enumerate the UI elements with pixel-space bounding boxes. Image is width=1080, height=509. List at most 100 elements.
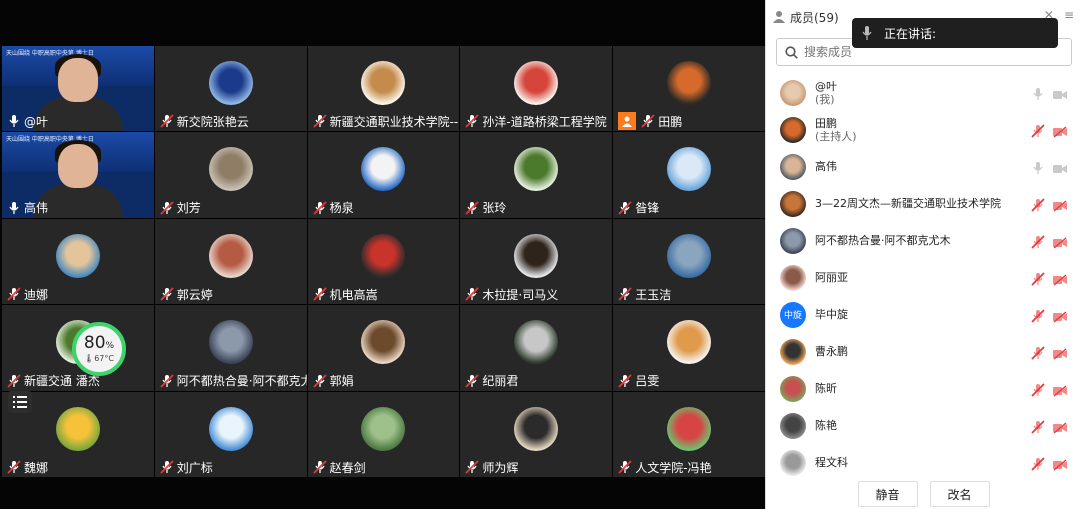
mic-icon[interactable]: [1031, 86, 1045, 105]
member-role: (主持人): [815, 129, 857, 143]
member-status-icons: [1031, 456, 1067, 475]
rename-button[interactable]: 改名: [929, 481, 990, 507]
participant-tile[interactable]: 师为辉: [460, 391, 613, 477]
mic-muted-icon[interactable]: [1031, 419, 1045, 438]
participant-tile[interactable]: 杨泉: [307, 132, 460, 218]
participant-tile[interactable]: 天山围绕 中职高职中央第 博士日 @叶: [2, 46, 154, 132]
mic-off-icon: [465, 460, 480, 474]
participant-tile[interactable]: 纪丽君: [460, 305, 613, 391]
participant-tile[interactable]: 新疆交通职业技术学院--叶: [307, 46, 460, 132]
mic-muted-icon[interactable]: [1031, 345, 1045, 364]
camera-off-icon[interactable]: [1053, 234, 1067, 253]
member-status-icons: [1031, 197, 1067, 216]
member-row[interactable]: 陈艳: [766, 407, 1080, 444]
participant-tile[interactable]: 吕雯: [613, 305, 765, 391]
camera-icon[interactable]: [1053, 160, 1067, 179]
participant-name: 刘广标: [176, 460, 213, 475]
mic-off-icon: [641, 114, 655, 129]
participant-tile[interactable]: 天山围绕 中职高职中央第 博士日 高伟: [2, 132, 154, 218]
participant-tile[interactable]: 王玉洁: [613, 218, 765, 305]
participant-tile[interactable]: 阿不都热合曼·阿不都克尤木: [154, 305, 307, 391]
list-view-toggle-button[interactable]: [8, 391, 32, 413]
mic-off-icon: [618, 201, 632, 215]
mic-muted-icon[interactable]: [1031, 234, 1045, 253]
mic-off-icon: [160, 287, 174, 301]
camera-off-icon[interactable]: [1053, 345, 1067, 364]
camera-off-icon[interactable]: [1053, 123, 1067, 142]
member-name: 高伟: [815, 160, 837, 173]
participant-avatar: [667, 406, 712, 451]
participant-tile[interactable]: 人文学院-冯艳: [613, 391, 765, 477]
mic-muted-icon[interactable]: [1031, 382, 1045, 401]
participant-tile[interactable]: 孙洋-道路桥梁工程学院: [460, 46, 613, 132]
search-icon: [785, 45, 798, 59]
participant-tile[interactable]: 昝锋: [613, 132, 765, 218]
participant-nameplate: 迪娜: [4, 285, 52, 303]
member-status-icons: [1031, 345, 1067, 364]
participant-tile[interactable]: 张玲: [460, 132, 613, 218]
participant-name: 刘芳: [176, 201, 201, 216]
member-panel-title: 成员(59): [790, 10, 839, 25]
mic-muted-icon[interactable]: [1031, 308, 1045, 327]
mic-icon: [862, 26, 872, 40]
participant-avatar: [514, 406, 559, 451]
participant-avatar: [55, 406, 100, 451]
mic-muted-icon[interactable]: [1031, 123, 1045, 142]
battery-temperature: 🌡67°C: [84, 354, 114, 363]
battery-indicator: 80% 🌡67°C: [72, 322, 126, 376]
member-row[interactable]: 3—22周文杰—新疆交通职业技术学院: [766, 185, 1080, 222]
mic-off-icon: [160, 114, 174, 129]
member-row[interactable]: 中旋 毕中旋: [766, 296, 1080, 333]
mic-off-icon: [312, 373, 327, 388]
participant-tile[interactable]: 木拉提·司马义: [460, 218, 613, 305]
member-avatar: [780, 338, 806, 365]
mic-off-icon: [312, 201, 327, 215]
camera-icon[interactable]: [1053, 86, 1067, 105]
member-list: @叶 (我) 田鹏 (主持人) 高伟 3—22周文杰—新疆交通职业技术学院 阿不都热合曼·阿…: [766, 74, 1080, 480]
mic-off-icon: [160, 201, 174, 215]
participant-tile[interactable]: 迪娜: [2, 218, 154, 305]
participant-tile[interactable]: 郭云婷: [154, 218, 307, 305]
participant-name: 新疆交通 潘杰: [24, 374, 100, 389]
participant-tile[interactable]: 田鹏: [613, 46, 765, 132]
member-row[interactable]: 曹永鹏: [766, 333, 1080, 370]
mic-off-icon: [312, 287, 327, 301]
camera-off-icon[interactable]: [1053, 197, 1067, 216]
participant-tile[interactable]: 刘广标: [154, 391, 307, 477]
camera-off-icon[interactable]: [1053, 419, 1067, 438]
camera-off-icon[interactable]: [1053, 382, 1067, 401]
member-row[interactable]: 田鹏 (主持人): [766, 111, 1080, 148]
participant-name: @叶: [24, 114, 49, 129]
member-avatar: [780, 190, 806, 217]
mic-muted-icon[interactable]: [1031, 456, 1045, 475]
camera-off-icon[interactable]: [1053, 271, 1067, 290]
participant-tile[interactable]: 郭娟: [307, 305, 460, 391]
member-row[interactable]: 阿丽亚: [766, 259, 1080, 296]
participant-tile[interactable]: 机电高嵩: [307, 218, 460, 305]
participant-name: 迪娜: [24, 287, 49, 302]
participant-nameplate: 张玲: [462, 199, 510, 217]
mic-off-icon: [312, 114, 327, 129]
participant-avatar: [55, 233, 100, 278]
participant-tile[interactable]: 新交院张艳云: [154, 46, 307, 132]
member-name-block: 毕中旋: [815, 308, 848, 321]
member-row[interactable]: 陈昕: [766, 370, 1080, 407]
mic-icon[interactable]: [1031, 160, 1045, 179]
camera-off-icon[interactable]: [1053, 308, 1067, 327]
mic-muted-icon[interactable]: [1031, 271, 1045, 290]
participant-tile[interactable]: 刘芳: [154, 132, 307, 218]
participant-tile[interactable]: 赵春剑: [307, 391, 460, 477]
member-name: 曹永鹏: [815, 345, 848, 358]
member-row[interactable]: @叶 (我): [766, 74, 1080, 111]
participant-name: 阿不都热合曼·阿不都克尤木: [176, 374, 307, 389]
participant-name: 纪丽君: [482, 374, 519, 389]
mute-all-button[interactable]: 静音: [857, 481, 918, 507]
member-row[interactable]: 高伟: [766, 148, 1080, 185]
member-row[interactable]: 阿不都热合曼·阿不都克尤木: [766, 222, 1080, 259]
menu-icon[interactable]: ≡: [1064, 8, 1074, 22]
camera-off-icon[interactable]: [1053, 456, 1067, 475]
mic-muted-icon[interactable]: [1031, 197, 1045, 216]
member-status-icons: [1031, 419, 1067, 438]
video-area: 天山围绕 中职高职中央第 博士日 @叶 新交院张艳云 新疆交通职业技术学院--叶 孙洋-…: [0, 0, 765, 509]
member-row[interactable]: 程文科: [766, 444, 1080, 480]
